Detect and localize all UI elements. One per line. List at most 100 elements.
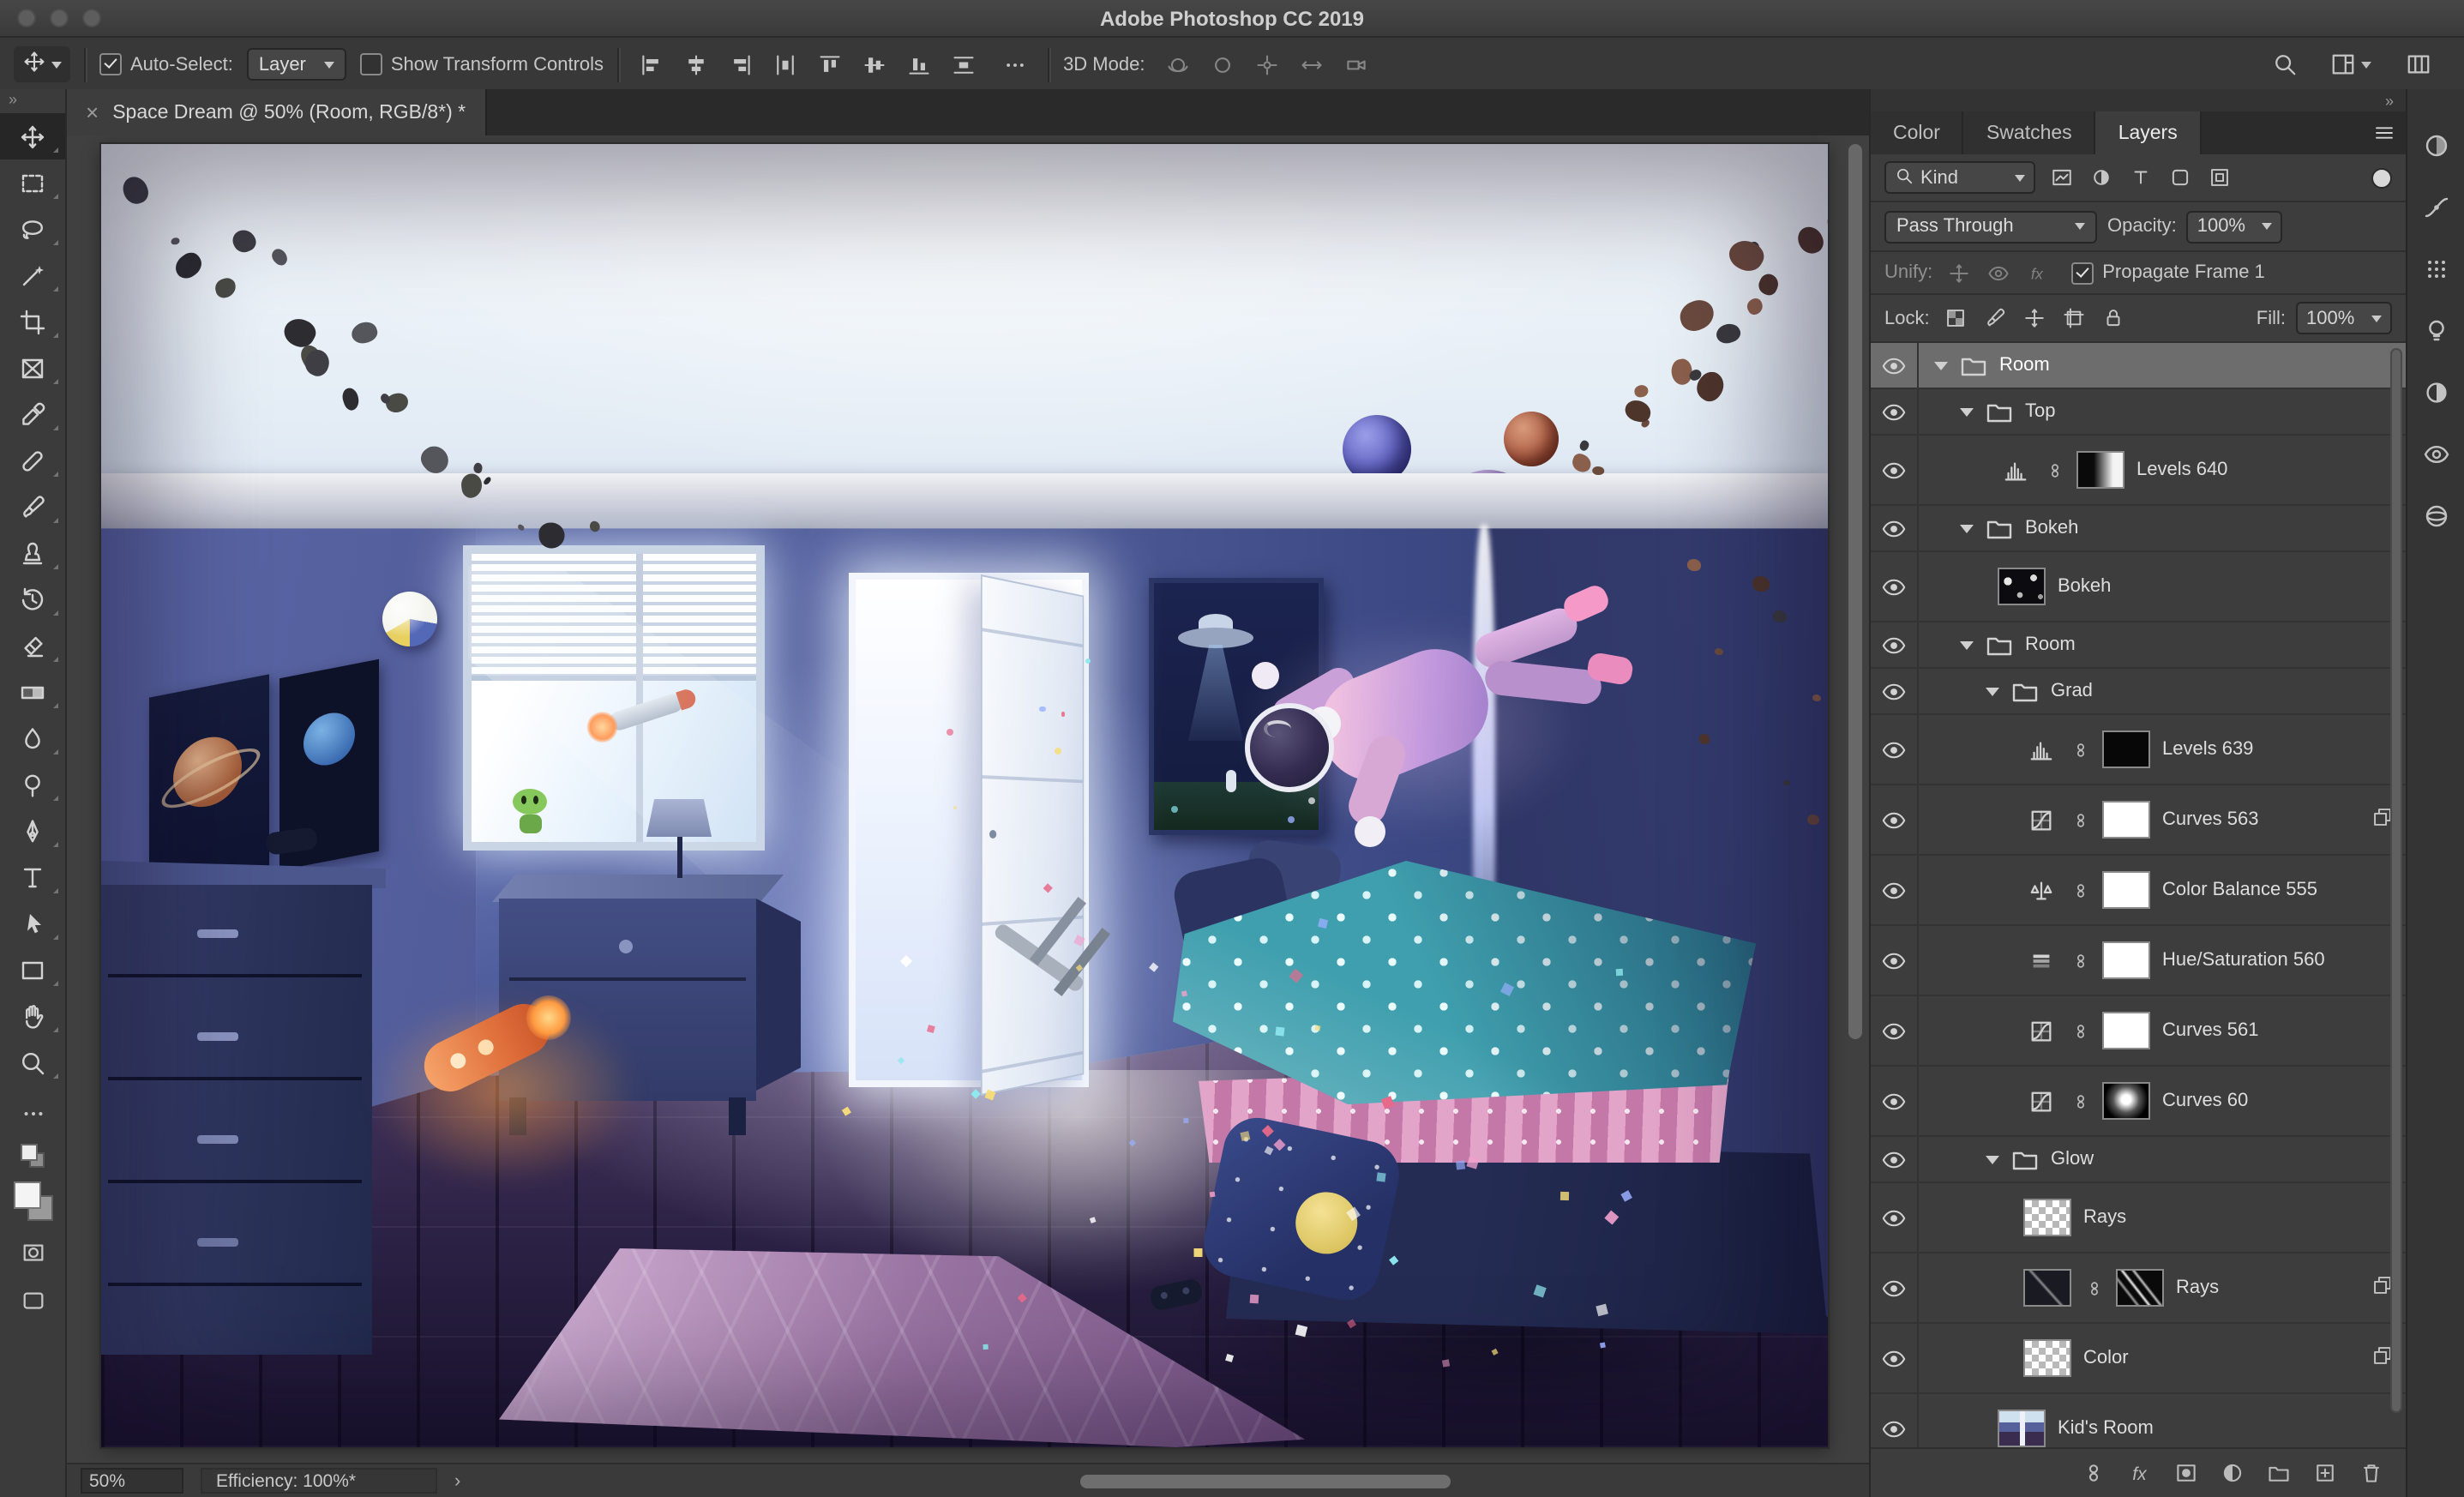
layer-row-room[interactable]: Room [1871, 622, 2406, 669]
zoom-tool[interactable] [0, 1039, 65, 1085]
dodge-tool[interactable] [0, 761, 65, 808]
layer-row-room[interactable]: Room [1871, 343, 2406, 389]
auto-select-checkbox[interactable]: Auto-Select: [99, 53, 233, 75]
filter-toggle-switch[interactable] [2371, 167, 2392, 188]
unify-position-icon[interactable] [1943, 257, 1975, 288]
libraries-panel-icon[interactable] [2415, 497, 2456, 535]
learn-panel-icon[interactable] [2415, 312, 2456, 350]
visibility-eye-icon[interactable] [1871, 1254, 1919, 1322]
expand-caret-icon[interactable] [1986, 687, 1999, 695]
efficiency-indicator[interactable]: Efficiency: 100%* [201, 1468, 437, 1494]
tab-layers[interactable]: Layers [2095, 111, 2202, 154]
gradient-tool[interactable] [0, 669, 65, 715]
new-adjustment-layer-button[interactable] [2221, 1461, 2245, 1485]
opacity-field[interactable]: 100% [2186, 210, 2283, 243]
expand-tools-button[interactable]: » [0, 89, 65, 113]
close-tab-icon[interactable]: × [86, 101, 99, 123]
layer-mask-thumbnail[interactable] [2116, 1269, 2164, 1307]
eraser-tool[interactable] [0, 622, 65, 669]
auto-select-mode-select[interactable]: Layer [246, 48, 346, 81]
visibility-eye-icon[interactable] [1871, 552, 1919, 621]
distribute-horizontal-icon[interactable] [766, 47, 804, 81]
layer-mask-thumbnail[interactable] [2102, 941, 2150, 979]
unify-visibility-icon[interactable] [1982, 257, 2015, 288]
3d-slide-icon[interactable] [1292, 47, 1330, 81]
visibility-eye-icon[interactable] [1871, 669, 1919, 713]
filter-kind-select[interactable]: Kind [1884, 161, 2035, 194]
visibility-eye-icon[interactable] [1871, 715, 1919, 784]
layer-thumbnail[interactable] [2023, 1339, 2071, 1377]
visibility-eye-icon[interactable] [1871, 436, 1919, 504]
3d-orbit-icon[interactable] [1158, 47, 1196, 81]
layer-effects-button[interactable]: fx [2128, 1461, 2152, 1485]
layer-mask-thumbnail[interactable] [2102, 1012, 2150, 1049]
link-layers-button[interactable] [2082, 1461, 2106, 1485]
visibility-eye-icon[interactable] [1871, 389, 1919, 434]
eyedropper-tool[interactable] [0, 391, 65, 437]
layer-row-color[interactable]: Color [1871, 1324, 2406, 1394]
filter-pixel-layers-icon[interactable] [2046, 162, 2078, 193]
adjustments-panel-icon[interactable] [2415, 374, 2456, 412]
tab-swatches[interactable]: Swatches [1963, 111, 2096, 154]
add-layer-mask-button[interactable] [2174, 1461, 2198, 1485]
new-group-button[interactable] [2267, 1461, 2291, 1485]
layer-thumbnail[interactable] [1998, 1410, 2046, 1447]
layer-row-grad[interactable]: Grad [1871, 669, 2406, 715]
panel-menu-button[interactable] [2361, 111, 2406, 154]
blur-tool[interactable] [0, 715, 65, 761]
status-expand-chevron[interactable]: › [454, 1470, 460, 1491]
document-tab[interactable]: × Space Dream @ 50% (Room, RGB/8*) * [67, 89, 487, 135]
layers-scrollbar[interactable] [2389, 346, 2404, 1444]
align-vertical-centers-icon[interactable] [856, 47, 893, 81]
type-tool[interactable] [0, 854, 65, 900]
layer-thumbnail[interactable] [2023, 1199, 2071, 1236]
lock-all-icon[interactable] [2098, 303, 2130, 334]
layer-row-rays[interactable]: Rays [1871, 1183, 2406, 1254]
layer-row-levels-639[interactable]: Levels 639 [1871, 715, 2406, 785]
hand-tool[interactable] [0, 993, 65, 1039]
expand-caret-icon[interactable] [1960, 524, 1974, 532]
magic-wand-tool[interactable] [0, 252, 65, 298]
layer-row-glow[interactable]: Glow [1871, 1137, 2406, 1183]
layer-mask-thumbnail[interactable] [2076, 451, 2124, 489]
expand-caret-icon[interactable] [1960, 640, 1974, 649]
lasso-tool[interactable] [0, 206, 65, 252]
align-bottom-edges-icon[interactable] [900, 47, 938, 81]
align-left-edges-icon[interactable] [633, 47, 670, 81]
brush-tool[interactable] [0, 484, 65, 530]
3d-roll-icon[interactable] [1203, 47, 1241, 81]
blend-mode-select[interactable]: Pass Through [1884, 210, 2097, 243]
visibility-eye-icon[interactable] [1871, 343, 1919, 388]
new-layer-button[interactable] [2313, 1461, 2337, 1485]
layer-row-bokeh[interactable]: Bokeh [1871, 552, 2406, 622]
current-tool-indicator[interactable] [14, 46, 70, 82]
clone-source-panel-icon[interactable] [2415, 436, 2456, 473]
tab-color[interactable]: Color [1871, 111, 1964, 154]
propagate-frame-checkbox[interactable]: Propagate Frame 1 [2071, 262, 2265, 284]
visibility-eye-icon[interactable] [1871, 1324, 1919, 1392]
lock-artboard-icon[interactable] [2058, 303, 2091, 334]
filter-smart-objects-icon[interactable] [2203, 162, 2236, 193]
visibility-eye-icon[interactable] [1871, 506, 1919, 550]
more-align-options-button[interactable] [996, 47, 1034, 81]
workspace-switcher-icon[interactable] [2325, 47, 2377, 81]
canvas-image[interactable] [101, 144, 1828, 1447]
lock-position-icon[interactable] [2019, 303, 2052, 334]
visibility-eye-icon[interactable] [1871, 785, 1919, 854]
collapse-panels-button[interactable]: » [2385, 92, 2394, 109]
filter-type-layers-icon[interactable] [2124, 162, 2157, 193]
show-transform-checkbox[interactable]: Show Transform Controls [359, 53, 604, 75]
align-horizontal-centers-icon[interactable] [677, 47, 715, 81]
edit-toolbar-button[interactable] [14, 1096, 51, 1130]
lock-image-icon[interactable] [1980, 303, 2012, 334]
visibility-eye-icon[interactable] [1871, 1394, 1919, 1447]
expand-caret-icon[interactable] [1934, 361, 1948, 370]
visibility-eye-icon[interactable] [1871, 1067, 1919, 1135]
layer-row-color-balance-555[interactable]: Color Balance 555 [1871, 856, 2406, 926]
rectangle-tool[interactable] [0, 947, 65, 993]
screen-mode-button[interactable] [14, 1283, 51, 1317]
align-right-edges-icon[interactable] [722, 47, 760, 81]
lock-transparency-icon[interactable] [1940, 303, 1973, 334]
paths-panel-icon[interactable] [2415, 189, 2456, 226]
unify-style-icon[interactable]: fx [2022, 257, 2054, 288]
